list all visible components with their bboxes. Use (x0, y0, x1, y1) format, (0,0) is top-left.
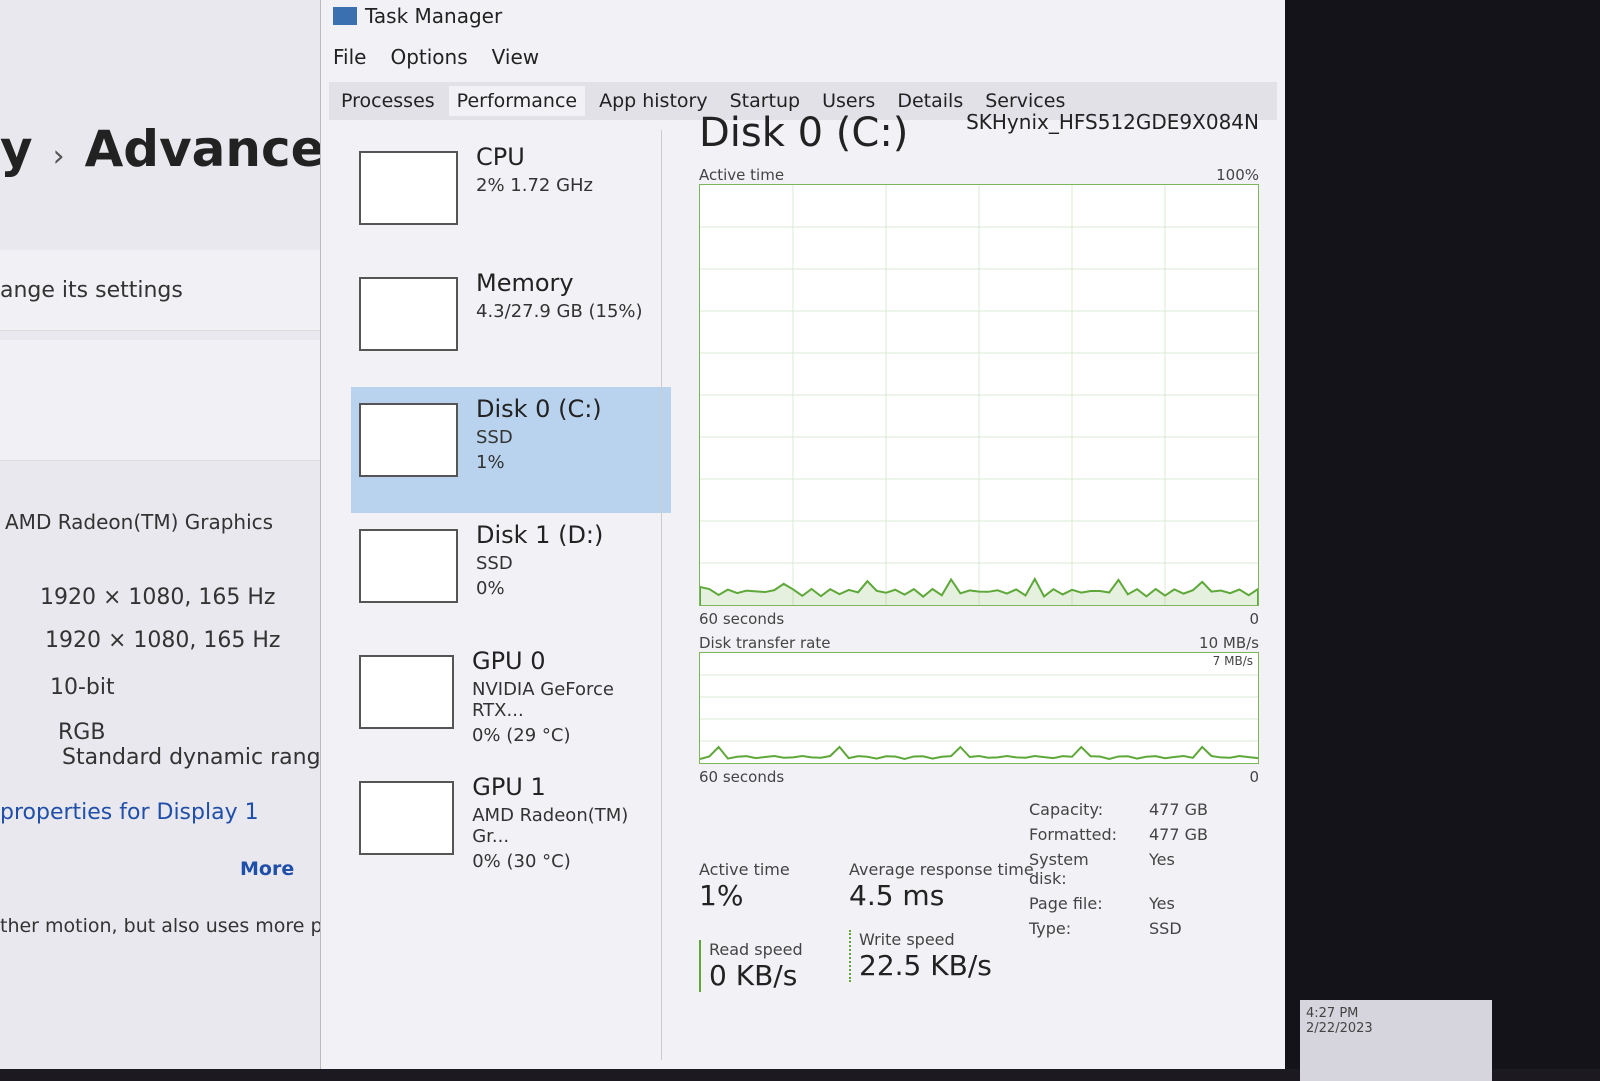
tab-app-history[interactable]: App history (591, 86, 716, 116)
avg-response-label: Average response time (849, 860, 1034, 879)
property-row: Capacity: 477 GB (1029, 800, 1208, 819)
property-row: Page file: Yes (1029, 894, 1208, 913)
avg-response-value: 4.5 ms (849, 879, 945, 912)
color-format: RGB (58, 720, 106, 745)
disk-model: SKHynix_HFS512GDE9X084N (966, 110, 1259, 134)
write-speed-label: Write speed (859, 930, 955, 949)
sidebar-item-gpu-0[interactable]: GPU 0 NVIDIA GeForce RTX... 0% (29 °C) (351, 639, 671, 765)
item-name: GPU 1 (472, 773, 546, 801)
active-time-graph (699, 184, 1259, 606)
property-value: 477 GB (1149, 800, 1208, 819)
row-subtitle: ange its settings (0, 278, 183, 303)
item-detail: 2% 1.72 GHz (476, 175, 594, 196)
gpu-name: AMD Radeon(TM) Graphics (5, 510, 274, 534)
sidebar-item-cpu[interactable]: CPU 2% 1.72 GHz (351, 135, 671, 261)
monitor-bezel (1285, 0, 1600, 1069)
transfer-max: 10 MB/s (1199, 634, 1259, 652)
transfer-graph-label: Disk transfer rate (699, 634, 831, 652)
active-time-value: 1% (699, 879, 744, 912)
property-key: System disk: (1029, 850, 1089, 888)
item-name: Disk 0 (C:) (476, 395, 602, 423)
property-row: Formatted: 477 GB (1029, 825, 1208, 844)
item-name: GPU 0 (471, 647, 546, 675)
transfer-time-span: 60 seconds (699, 768, 785, 786)
chevron-right-icon: › (52, 139, 65, 174)
more-link[interactable]: More (240, 858, 294, 880)
property-key: Capacity: (1029, 800, 1104, 819)
tab-processes[interactable]: Processes (333, 86, 443, 116)
mini-graph (359, 781, 455, 855)
item-detail: 4.3/27.9 GB (15%) (476, 301, 643, 322)
item-name: Memory (476, 269, 574, 297)
write-speed-value: 22.5 KB/s (859, 949, 992, 982)
item-name: CPU (476, 143, 525, 171)
resource-sidebar: CPU 2% 1.72 GHz Memory 4.3/27.9 GB (15%) Dis… (351, 135, 671, 891)
item-usage: 0% (30 °C) (472, 851, 571, 872)
transfer-rate-graph (699, 652, 1259, 764)
mini-graph (359, 529, 458, 603)
active-time-span: 60 seconds (699, 610, 785, 628)
task-manager-icon (333, 7, 357, 25)
item-usage: 0% (29 °C) (471, 725, 571, 746)
read-speed-label: Read speed (709, 940, 803, 959)
active-time-max: 100% (1216, 166, 1259, 184)
property-key: Page file: (1029, 894, 1103, 913)
transfer-secondary-scale: 7 MB/s (1212, 654, 1253, 668)
active-time-label: Active time (699, 860, 790, 879)
display-adapter-link[interactable]: properties for Display 1 (0, 800, 259, 825)
title-bar: Task Manager (333, 4, 502, 28)
item-usage: 1% (476, 452, 505, 473)
sidebar-item-memory[interactable]: Memory 4.3/27.9 GB (15%) (351, 261, 671, 387)
clock-time: 4:27 PM (1306, 1006, 1359, 1021)
mini-graph (359, 655, 454, 729)
window-title: Task Manager (365, 4, 503, 28)
active-time-min: 0 (1249, 610, 1259, 628)
disk-detail-panel: Disk 0 (C:) SKHynix_HFS512GDE9X084N Acti… (699, 110, 1259, 992)
motion-text: ther motion, but also uses more power (0, 915, 370, 937)
active-mode: 1920 × 1080, 165 Hz (45, 628, 281, 653)
sidebar-item-gpu-1[interactable]: GPU 1 AMD Radeon(TM) Gr... 0% (30 °C) (351, 765, 671, 891)
property-key: Formatted: (1029, 825, 1118, 844)
menu-options[interactable]: Options (390, 45, 467, 69)
property-value: SSD (1149, 919, 1182, 938)
sidebar-item-disk-1-d[interactable]: Disk 1 (D:) SSD 0% (351, 513, 671, 639)
menu-bar: File Options View (333, 45, 539, 69)
write-series (699, 745, 1259, 761)
disk-properties: Capacity: 477 GB Formatted: 477 GB System di… (1029, 800, 1208, 944)
item-usage: 0% (476, 578, 505, 599)
desktop-mode: 1920 × 1080, 165 Hz (40, 585, 276, 610)
mini-graph (359, 151, 458, 225)
property-key: Type: (1029, 919, 1072, 938)
property-row: System disk: Yes (1029, 850, 1208, 888)
task-manager-window: Task Manager File Options View Processes… (320, 0, 1286, 1069)
item-detail: NVIDIA GeForce RTX... (471, 679, 614, 721)
tab-performance[interactable]: Performance (448, 86, 586, 116)
transfer-min: 0 (1249, 768, 1259, 786)
bit-depth: 10-bit (50, 675, 115, 700)
breadcrumb-prev[interactable]: y (0, 120, 33, 178)
clock-date: 2/22/2023 (1306, 1021, 1373, 1036)
property-row: Type: SSD (1029, 919, 1208, 938)
divider (661, 130, 662, 1060)
breadcrumb: y › Advanced (0, 120, 360, 178)
sidebar-item-disk-0-c[interactable]: Disk 0 (C:) SSD 1% (351, 387, 671, 513)
property-value: Yes (1149, 894, 1175, 913)
item-name: Disk 1 (D:) (476, 521, 604, 549)
read-speed-value: 0 KB/s (709, 959, 798, 992)
active-time-graph-label: Active time (699, 166, 785, 184)
menu-view[interactable]: View (492, 45, 539, 69)
mini-graph (359, 403, 458, 477)
page-title: Advanced (84, 120, 361, 178)
item-detail: SSD (476, 553, 513, 574)
property-value: Yes (1149, 850, 1175, 869)
item-detail: AMD Radeon(TM) Gr... (472, 805, 629, 847)
item-detail: SSD (476, 427, 513, 448)
mini-graph (359, 277, 458, 351)
property-value: 477 GB (1149, 825, 1208, 844)
menu-file[interactable]: File (333, 45, 366, 69)
